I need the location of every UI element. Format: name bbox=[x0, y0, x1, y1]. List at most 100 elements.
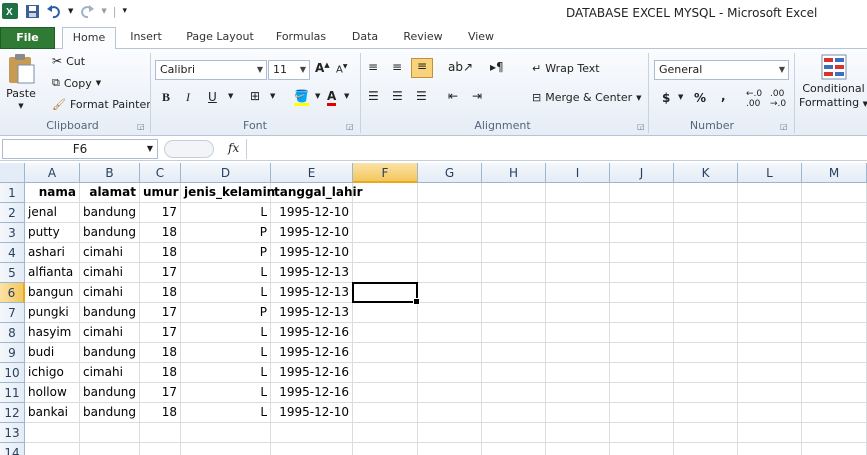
cell-m11[interactable] bbox=[802, 383, 867, 403]
redo-dropdown-icon[interactable]: ▼ bbox=[101, 7, 106, 15]
name-box[interactable]: F6 ▼ bbox=[2, 139, 158, 159]
column-header-a[interactable]: A bbox=[25, 163, 80, 183]
cell-e3[interactable]: 1995-12-10 bbox=[271, 223, 353, 243]
tab-review[interactable]: Review bbox=[396, 27, 450, 49]
column-header-f[interactable]: F bbox=[353, 163, 418, 183]
cell-e8[interactable]: 1995-12-16 bbox=[271, 323, 353, 343]
fill-color-dropdown-icon[interactable]: ▼ bbox=[315, 92, 320, 100]
cell-m6[interactable] bbox=[802, 283, 867, 303]
underline-dropdown-icon[interactable]: ▼ bbox=[228, 92, 233, 100]
cell-g2[interactable] bbox=[418, 203, 482, 223]
cell-l2[interactable] bbox=[738, 203, 802, 223]
cell-e7[interactable]: 1995-12-13 bbox=[271, 303, 353, 323]
cell-l13[interactable] bbox=[738, 423, 802, 443]
cell-m8[interactable] bbox=[802, 323, 867, 343]
wrap-text-button[interactable]: ↵ Wrap Text bbox=[532, 62, 600, 75]
cell-f14[interactable] bbox=[353, 443, 418, 455]
cell-k3[interactable] bbox=[674, 223, 738, 243]
row-header-3[interactable]: 3 bbox=[0, 223, 25, 243]
cell-k10[interactable] bbox=[674, 363, 738, 383]
cell-h12[interactable] bbox=[482, 403, 546, 423]
cell-i10[interactable] bbox=[546, 363, 610, 383]
cell-f5[interactable] bbox=[353, 263, 418, 283]
cell-d5[interactable]: L bbox=[181, 263, 271, 283]
row-header-9[interactable]: 9 bbox=[0, 343, 25, 363]
cell-m12[interactable] bbox=[802, 403, 867, 423]
cell-d11[interactable]: L bbox=[181, 383, 271, 403]
cell-k12[interactable] bbox=[674, 403, 738, 423]
cell-j8[interactable] bbox=[610, 323, 674, 343]
cell-l14[interactable] bbox=[738, 443, 802, 455]
cell-h10[interactable] bbox=[482, 363, 546, 383]
row-header-12[interactable]: 12 bbox=[0, 403, 25, 423]
cell-g3[interactable] bbox=[418, 223, 482, 243]
insert-function-button[interactable]: fx bbox=[228, 141, 239, 155]
cell-c2[interactable]: 17 bbox=[140, 203, 181, 223]
cell-b2[interactable]: bandung bbox=[80, 203, 140, 223]
cell-m14[interactable] bbox=[802, 443, 867, 455]
cell-b13[interactable] bbox=[80, 423, 140, 443]
cell-f13[interactable] bbox=[353, 423, 418, 443]
cell-e6[interactable]: 1995-12-13 bbox=[271, 283, 353, 303]
decrease-decimal-icon[interactable]: .00 →.0 bbox=[770, 89, 786, 109]
cell-j13[interactable] bbox=[610, 423, 674, 443]
cell-m10[interactable] bbox=[802, 363, 867, 383]
increase-indent-icon[interactable]: ⇥ bbox=[472, 89, 482, 103]
cell-l3[interactable] bbox=[738, 223, 802, 243]
cell-d4[interactable]: P bbox=[181, 243, 271, 263]
align-center-icon[interactable]: ☰ bbox=[392, 89, 403, 103]
cell-g10[interactable] bbox=[418, 363, 482, 383]
cell-g6[interactable] bbox=[418, 283, 482, 303]
cell-d8[interactable]: L bbox=[181, 323, 271, 343]
cell-f8[interactable] bbox=[353, 323, 418, 343]
cell-e1[interactable]: tanggal_lahir bbox=[271, 183, 363, 203]
cell-f7[interactable] bbox=[353, 303, 418, 323]
cell-l6[interactable] bbox=[738, 283, 802, 303]
cell-i2[interactable] bbox=[546, 203, 610, 223]
fill-color-icon[interactable]: 🪣 bbox=[294, 89, 309, 106]
cell-b14[interactable] bbox=[80, 443, 140, 455]
cell-e5[interactable]: 1995-12-13 bbox=[271, 263, 353, 283]
cell-l11[interactable] bbox=[738, 383, 802, 403]
cell-l1[interactable] bbox=[738, 183, 802, 203]
cell-j11[interactable] bbox=[610, 383, 674, 403]
row-header-4[interactable]: 4 bbox=[0, 243, 25, 263]
cell-h8[interactable] bbox=[482, 323, 546, 343]
cell-k9[interactable] bbox=[674, 343, 738, 363]
cell-a5[interactable]: alfianta bbox=[25, 263, 80, 283]
cell-l9[interactable] bbox=[738, 343, 802, 363]
font-color-icon[interactable]: A bbox=[327, 89, 337, 106]
comma-button[interactable]: , bbox=[721, 89, 726, 103]
currency-button[interactable]: $ bbox=[662, 91, 670, 105]
column-header-e[interactable]: E bbox=[271, 163, 353, 183]
cell-h14[interactable] bbox=[482, 443, 546, 455]
cell-a8[interactable]: hasyim bbox=[25, 323, 80, 343]
cell-b3[interactable]: bandung bbox=[80, 223, 140, 243]
font-color-dropdown-icon[interactable]: ▼ bbox=[344, 92, 349, 100]
cell-g4[interactable] bbox=[418, 243, 482, 263]
tab-file[interactable]: File bbox=[0, 27, 55, 49]
cell-a4[interactable]: ashari bbox=[25, 243, 80, 263]
column-header-i[interactable]: I bbox=[546, 163, 610, 183]
cell-d2[interactable]: L bbox=[181, 203, 271, 223]
cell-b10[interactable]: cimahi bbox=[80, 363, 140, 383]
number-launcher-icon[interactable]: ◲ bbox=[780, 122, 788, 131]
cell-i11[interactable] bbox=[546, 383, 610, 403]
shrink-font-icon[interactable]: A▼ bbox=[336, 63, 347, 75]
cell-g1[interactable] bbox=[418, 183, 482, 203]
cell-m1[interactable] bbox=[802, 183, 867, 203]
cell-g7[interactable] bbox=[418, 303, 482, 323]
undo-icon[interactable] bbox=[46, 3, 62, 19]
cell-j7[interactable] bbox=[610, 303, 674, 323]
cell-a14[interactable] bbox=[25, 443, 80, 455]
cell-i12[interactable] bbox=[546, 403, 610, 423]
tab-view[interactable]: View bbox=[458, 27, 504, 49]
cell-d1[interactable]: jenis_kelamin bbox=[181, 183, 275, 203]
percent-button[interactable]: % bbox=[694, 91, 706, 105]
clipboard-launcher-icon[interactable]: ◲ bbox=[137, 122, 145, 131]
cell-e14[interactable] bbox=[271, 443, 353, 455]
tab-page-layout[interactable]: Page Layout bbox=[180, 27, 260, 49]
cell-f2[interactable] bbox=[353, 203, 418, 223]
undo-dropdown-icon[interactable]: ▼ bbox=[68, 7, 73, 15]
cell-j14[interactable] bbox=[610, 443, 674, 455]
